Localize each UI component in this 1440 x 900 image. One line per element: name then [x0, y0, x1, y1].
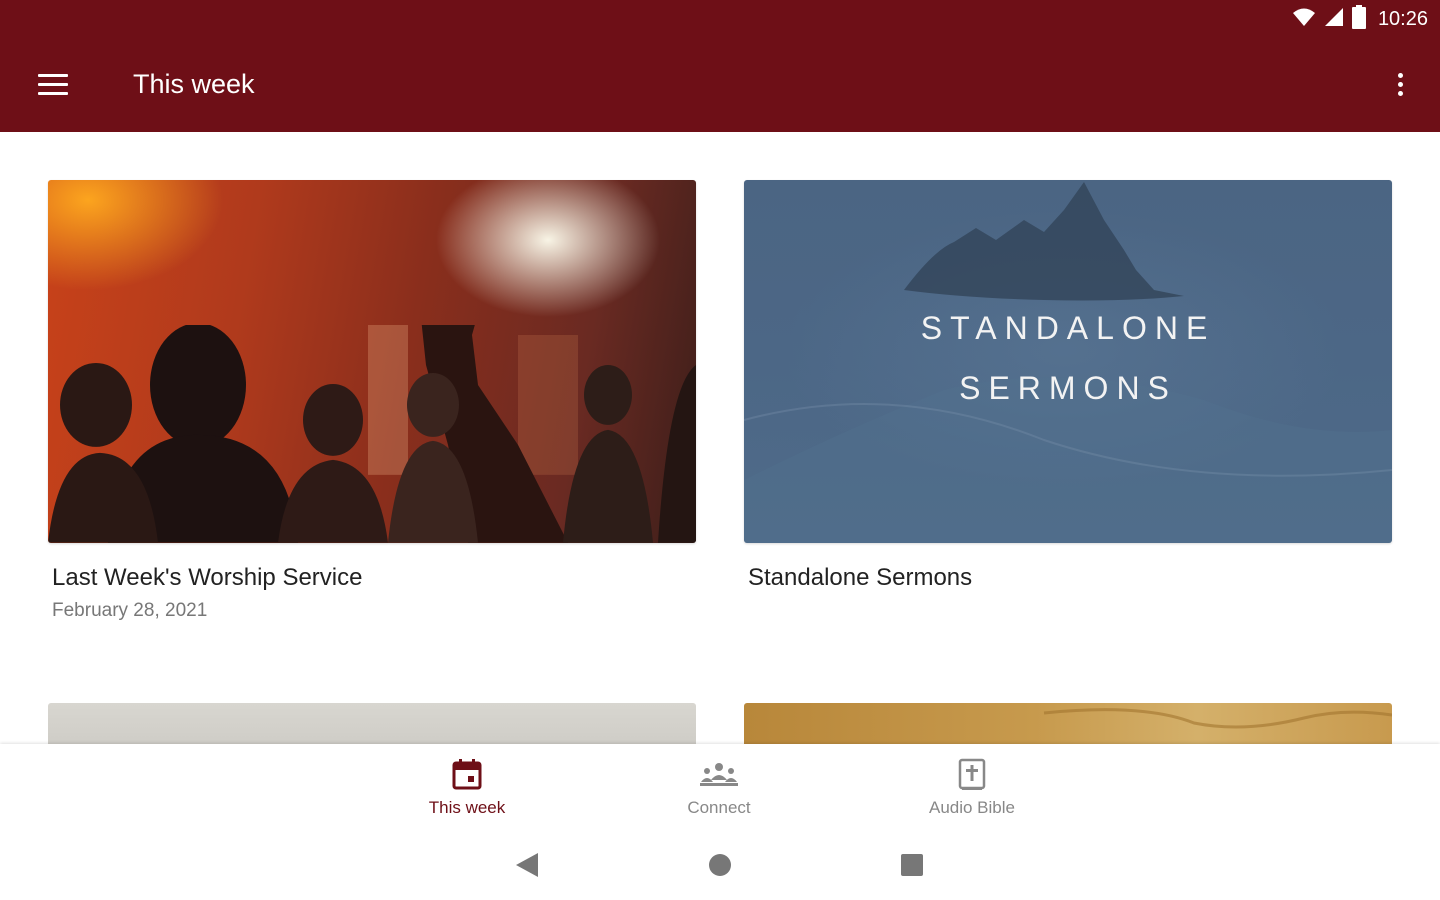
people-icon [639, 758, 799, 792]
app-bar: 10:26 This week [0, 0, 1440, 132]
card-title: Standalone Sermons [748, 564, 973, 591]
tab-label: This week [428, 798, 506, 817]
hamburger-menu-icon[interactable] [38, 70, 70, 98]
image-text-line2: SERMONS [959, 370, 1177, 406]
battery-icon [1351, 4, 1366, 34]
card-date: February 28, 2021 [52, 600, 208, 621]
home-icon[interactable] [707, 852, 733, 878]
card-peek-left[interactable] [48, 703, 696, 744]
tab-connect[interactable]: Connect [639, 758, 799, 818]
ocean-rock-image: STANDALONE SERMONS [744, 180, 1392, 543]
status-time: 10:26 [1377, 7, 1428, 30]
card-standalone-sermons[interactable]: STANDALONE SERMONS Standalone Sermons [744, 180, 1392, 592]
bottom-navigation: This week Connect Audio Bible [0, 744, 1440, 830]
more-vert-icon[interactable] [1394, 70, 1406, 100]
wood-texture-graphic [1043, 708, 1392, 729]
page-title: This week [133, 69, 255, 99]
calendar-icon [387, 758, 547, 792]
status-bar: 10:26 [1292, 4, 1428, 34]
wifi-icon [1292, 7, 1316, 32]
tab-this-week[interactable]: This week [387, 758, 547, 818]
card-last-weeks-worship-service[interactable]: Last Week's Worship Service February 28,… [48, 180, 696, 622]
system-navigation-bar [0, 830, 1440, 900]
card-peek-right[interactable] [744, 703, 1392, 744]
worship-concert-image [48, 180, 696, 543]
bible-icon [892, 758, 1052, 792]
signal-icon [1324, 7, 1344, 32]
tab-audio-bible[interactable]: Audio Bible [892, 758, 1052, 818]
crowd-silhouette [48, 325, 696, 543]
tab-label: Connect [687, 798, 751, 817]
recents-icon[interactable] [899, 852, 925, 878]
back-icon[interactable] [514, 852, 540, 878]
app-screen: 10:26 This week Last Week's Worship Serv… [0, 0, 1440, 900]
rock-island-graphic [744, 182, 1392, 543]
card-title: Last Week's Worship Service [52, 564, 363, 591]
image-text-line1: STANDALONE [920, 310, 1216, 346]
tab-label: Audio Bible [928, 798, 1015, 817]
